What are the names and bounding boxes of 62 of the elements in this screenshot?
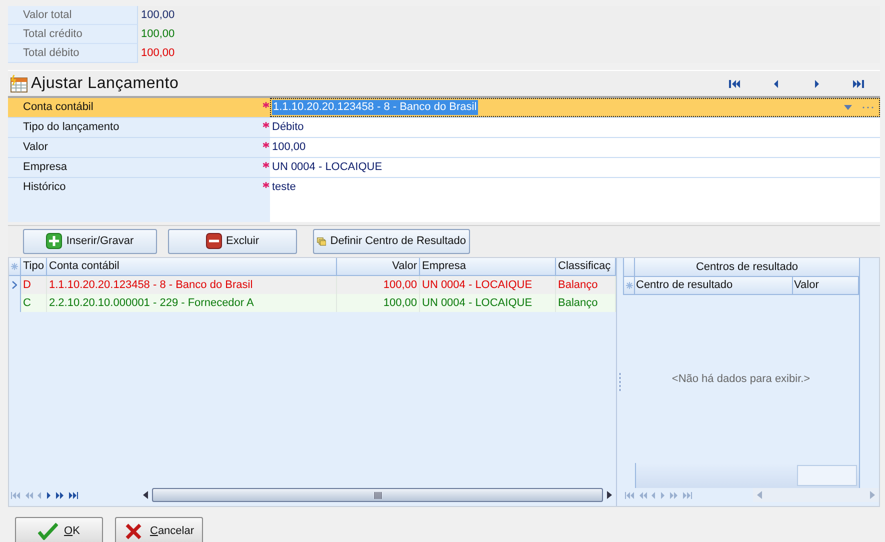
table-cell: Balanço xyxy=(556,276,616,294)
input-field[interactable]: 100,00 xyxy=(270,138,880,157)
column-header[interactable]: Empresa xyxy=(420,258,556,276)
table-cell: 2.2.10.20.10.000001 - 229 - Fornecedor A xyxy=(47,294,337,312)
field-label: Total débito xyxy=(8,44,138,63)
field-label: Empresa xyxy=(8,158,262,177)
row-indicator[interactable] xyxy=(9,276,21,294)
cross-icon xyxy=(124,522,144,540)
dropdown-arrow-icon[interactable] xyxy=(844,105,852,110)
first-page-icon[interactable] xyxy=(11,492,21,498)
column-header[interactable]: Valor xyxy=(793,277,859,295)
field-label: Histórico xyxy=(8,178,262,222)
column-header[interactable]: Classificaç xyxy=(556,258,616,276)
grip-icon xyxy=(374,492,382,498)
field-value: 100,00 xyxy=(140,27,175,42)
toolbar-button[interactable]: Inserir/Gravar xyxy=(23,228,157,254)
field-label: Tipo do lançamento xyxy=(8,118,262,137)
ok-button[interactable]: OK xyxy=(15,517,103,542)
field-value: 100,00 xyxy=(140,8,175,23)
field-label: Total crédito xyxy=(8,25,138,44)
input-field[interactable]: UN 0004 - LOCAIQUE xyxy=(270,158,880,177)
next-record-icon[interactable] xyxy=(46,492,52,498)
field-label: Conta contábil xyxy=(8,98,262,117)
table-cell: C xyxy=(21,294,47,312)
band-header: Centros de resultado xyxy=(635,258,859,277)
table-cell: D xyxy=(21,276,47,294)
next-page-icon[interactable] xyxy=(55,492,65,498)
table-cell: Balanço xyxy=(556,294,616,312)
last-page-icon[interactable] xyxy=(68,492,78,498)
cancel-button[interactable]: Cancelar xyxy=(115,517,203,542)
table-cell: UN 0004 - LOCAIQUE xyxy=(420,276,556,294)
previous-page-icon[interactable] xyxy=(638,492,648,498)
toolbar-button[interactable]: Excluir xyxy=(168,228,297,254)
asterisk-icon xyxy=(626,282,632,289)
table-cell: 1.1.10.20.20.123458 - 8 - Banco do Brasil xyxy=(47,276,337,294)
field-label: Valor xyxy=(8,138,262,157)
table-cell: 100,00 xyxy=(337,294,420,312)
summary-cell xyxy=(797,465,857,486)
toolbar-button[interactable]: Definir Centro de Resultado xyxy=(313,228,470,254)
field-value: 100,00 xyxy=(140,46,175,61)
field-label: Valor total xyxy=(8,6,138,25)
first-record-icon[interactable] xyxy=(729,78,741,88)
check-icon xyxy=(38,522,58,540)
minus-icon xyxy=(206,233,222,249)
column-header[interactable]: Tipo xyxy=(21,258,47,276)
empty-message: <Não há dados para exibir.> xyxy=(672,373,810,385)
first-page-icon[interactable] xyxy=(625,492,635,498)
input-field[interactable]: Débito xyxy=(270,118,880,137)
panel-title: Ajustar Lançamento xyxy=(31,74,179,92)
column-header[interactable]: Centro de resultado xyxy=(635,277,793,295)
scroll-left-icon[interactable] xyxy=(143,491,148,499)
last-record-icon[interactable] xyxy=(852,78,864,88)
table-cell: 100,00 xyxy=(337,276,420,294)
chevron-right-icon xyxy=(12,281,17,289)
scroll-right-icon[interactable] xyxy=(607,491,612,499)
previous-page-icon[interactable] xyxy=(24,492,34,498)
ellipsis-icon[interactable] xyxy=(862,106,874,109)
column-header[interactable]: Valor xyxy=(337,258,420,276)
input-field[interactable]: teste xyxy=(270,178,880,222)
table-cell: UN 0004 - LOCAIQUE xyxy=(420,294,556,312)
plus-icon xyxy=(46,233,62,249)
column-header[interactable]: Conta contábil xyxy=(47,258,337,276)
